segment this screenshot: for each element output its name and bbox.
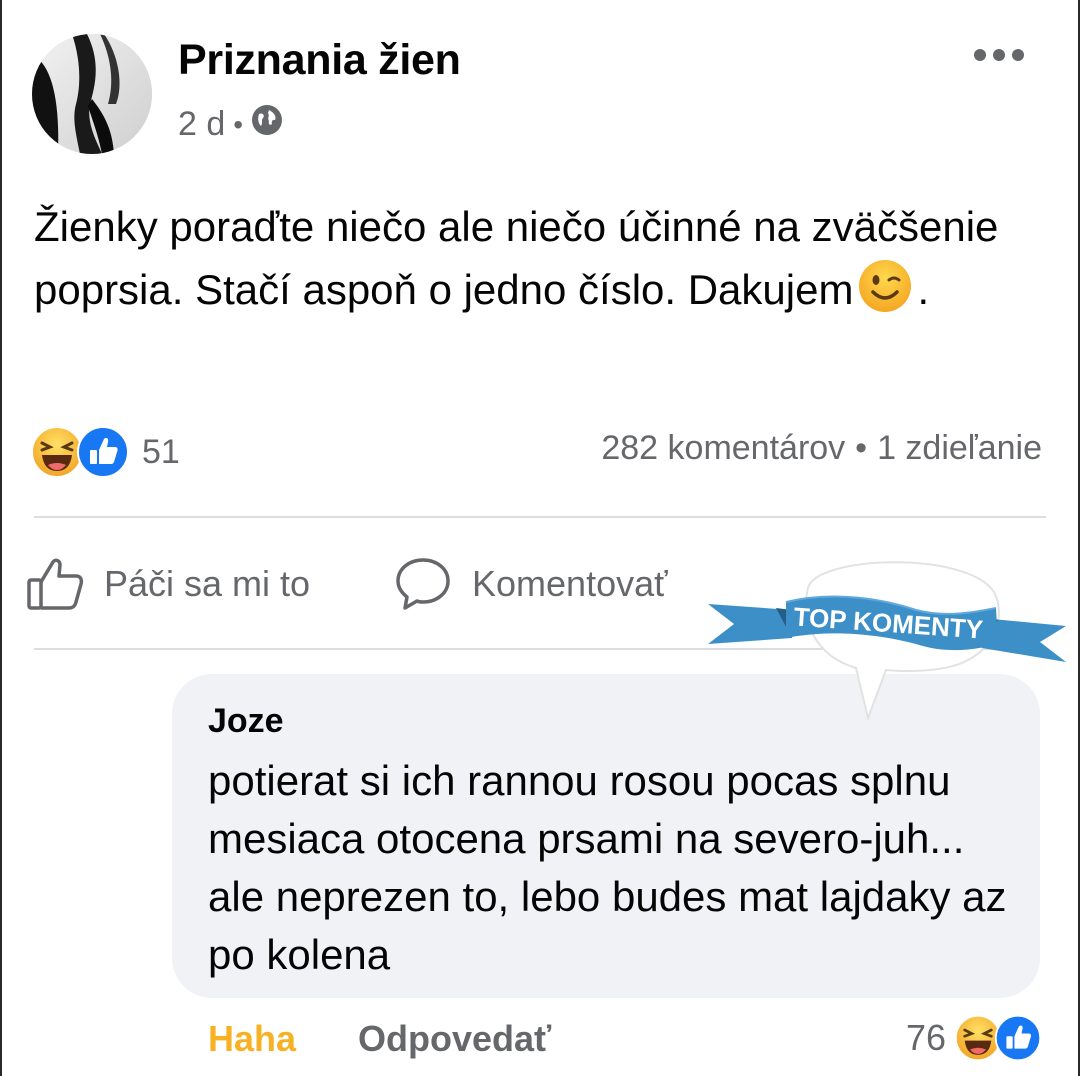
more-dot (974, 49, 986, 61)
comment-actions: Haha Odpovedať (208, 1018, 551, 1060)
like-button[interactable]: Páči sa mi to (26, 556, 310, 612)
reply-link[interactable]: Odpovedať (358, 1018, 551, 1060)
meta-separator: • (233, 108, 244, 140)
top-comments-badge: TOP KOMENTY (706, 552, 1070, 722)
page-name[interactable]: Priznania žien (178, 36, 461, 85)
comment-text: potierat si ich rannou rosou pocas splnu… (208, 757, 1007, 978)
shares-count-link[interactable]: 1 zdieľanie (877, 429, 1042, 467)
comment-button-label: Komentovať (472, 563, 668, 604)
more-options-button[interactable] (974, 44, 1024, 66)
left-frame-border (0, 0, 2, 1076)
reaction-summary[interactable]: 51 (30, 425, 180, 479)
winking-face-icon (859, 260, 912, 312)
page-avatar[interactable] (32, 34, 152, 154)
more-dot (1012, 49, 1024, 61)
thumbs-up-icon (27, 558, 84, 610)
post-time[interactable]: 2 d (178, 105, 225, 144)
globe-icon (251, 104, 283, 145)
post-text-end: . (917, 266, 930, 313)
post-stats: 282 komentárov • 1 zdieľanie (601, 429, 1042, 468)
comment-author[interactable]: Joze (208, 702, 284, 741)
comments-count-link[interactable]: 282 komentárov (601, 429, 845, 467)
stats-separator: • (855, 429, 868, 467)
haha-reaction-link[interactable]: Haha (208, 1018, 296, 1060)
divider (34, 516, 1046, 518)
reaction-count: 51 (142, 432, 180, 471)
post-text: Žienky poraďte niečo ale niečo účinné na… (34, 196, 1044, 321)
post-body: Žienky poraďte niečo ale niečo účinné na… (34, 203, 999, 313)
more-dot (993, 49, 1005, 61)
comment-icon (396, 558, 450, 610)
like-icon (77, 426, 129, 478)
like-icon (994, 1014, 1042, 1062)
like-button-label: Páči sa mi to (104, 563, 311, 604)
comment-reaction-count: 76 (905, 1017, 946, 1058)
comment-button[interactable]: Komentovať (394, 556, 668, 612)
post-meta: 2 d • (178, 104, 283, 145)
comment-reaction-summary[interactable]: 76 (906, 1014, 1042, 1062)
